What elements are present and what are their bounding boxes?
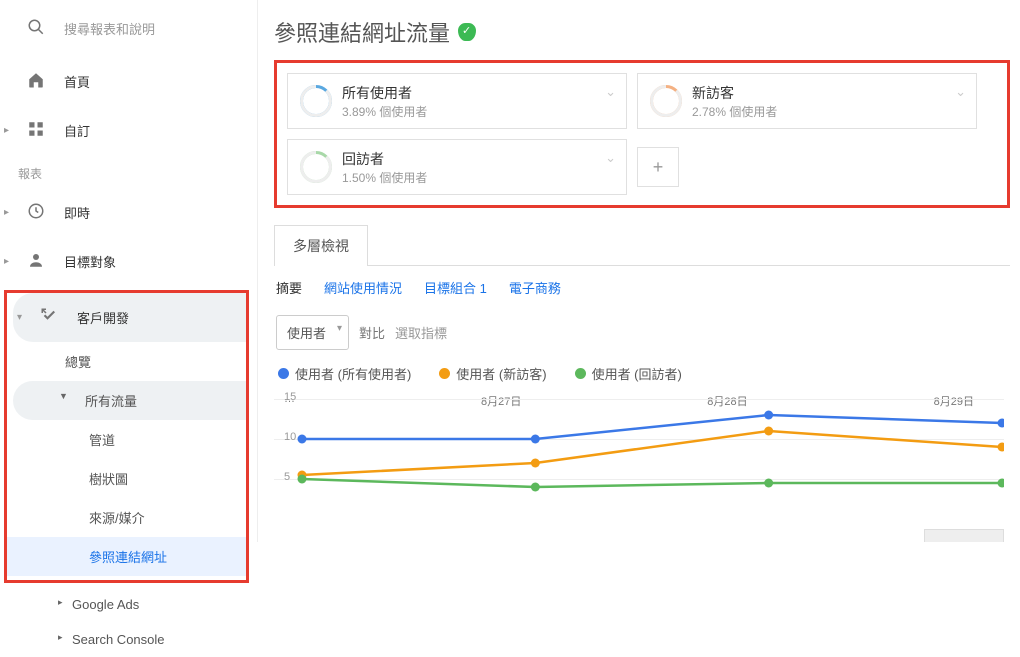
nav-sub-label: Google Ads (72, 597, 139, 612)
donut-icon (300, 151, 332, 183)
caret-icon: ▸ (58, 632, 63, 643)
subtab-summary[interactable]: 摘要 (276, 278, 302, 297)
segment-sub: 3.89% 個使用者 (342, 103, 427, 120)
nav-channels[interactable]: 管道 (7, 420, 246, 459)
segment-name: 所有使用者 (342, 83, 427, 103)
legend-label: 使用者 (新訪客) (456, 364, 546, 383)
nav-realtime[interactable]: ▸ 即時 (0, 188, 257, 237)
segment-sub: 2.78% 個使用者 (692, 103, 777, 120)
dot-icon (278, 368, 289, 379)
caret-icon: ▸ (4, 125, 9, 136)
dot-icon (439, 368, 450, 379)
caret-down-icon: ▼ (59, 391, 68, 401)
chevron-down-icon[interactable]: ⌄ (605, 150, 616, 166)
nav-acquisition[interactable]: ▾ 客戶開發 (13, 293, 246, 342)
segment-name: 新訪客 (692, 83, 777, 103)
nav-google-ads[interactable]: ▸ Google Ads (0, 587, 257, 622)
select-value: 使用者 (287, 326, 326, 341)
sidebar: 搜尋報表和說明 首頁 ▸ 自訂 報表 ▸ 即時 ▸ (0, 0, 258, 542)
segments-box: 所有使用者 3.89% 個使用者 ⌄ 新訪客 2.78% 個使用者 ⌄ 回訪者 … (274, 60, 1010, 208)
acquisition-highlight: ▾ 客戶開發 總覽 ▼ 所有流量 管道 樹狀圖 來源/媒介 參照連結網址 (4, 290, 249, 583)
chevron-down-icon[interactable]: ⌄ (955, 84, 966, 100)
caret-icon: ▸ (58, 597, 63, 608)
nav-search-console[interactable]: ▸ Search Console (0, 622, 257, 657)
nav-treemap[interactable]: 樹狀圖 (7, 459, 246, 498)
legend-item: 使用者 (所有使用者) (278, 364, 411, 383)
subtab-goal-set-1[interactable]: 目標組合 1 (424, 278, 487, 297)
tab-label: 多層檢視 (293, 238, 349, 254)
nav-referrals[interactable]: 參照連結網址 (7, 537, 246, 576)
nav-label: 客戶開發 (77, 308, 129, 327)
reports-section-title: 報表 (0, 155, 257, 188)
chevron-down-icon[interactable]: ⌄ (605, 84, 616, 100)
chart-legend: 使用者 (所有使用者) 使用者 (新訪客) 使用者 (回訪者) (274, 364, 1010, 383)
acquisition-icon (37, 307, 61, 328)
nav-label: 首頁 (64, 72, 90, 91)
nav-all-traffic[interactable]: ▼ 所有流量 (13, 381, 246, 420)
caret-icon: ▸ (4, 256, 9, 267)
search-row[interactable]: 搜尋報表和說明 (0, 14, 257, 57)
legend-label: 使用者 (回訪者) (592, 364, 682, 383)
segment-sub: 1.50% 個使用者 (342, 169, 427, 186)
verified-shield-icon (458, 23, 476, 41)
donut-icon (650, 85, 682, 117)
nav-sub-label: 來源/媒介 (89, 511, 145, 526)
tab-explorer[interactable]: 多層檢視 (274, 225, 368, 266)
subtab-site-usage[interactable]: 網站使用情況 (324, 278, 402, 297)
dashboard-icon (24, 120, 48, 141)
nav-custom[interactable]: ▸ 自訂 (0, 106, 257, 155)
donut-icon (300, 85, 332, 117)
nav-source-medium[interactable]: 來源/媒介 (7, 498, 246, 537)
nav-label: 自訂 (64, 121, 90, 140)
page-title: 參照連結網址流量 (274, 16, 450, 48)
nav-label: 即時 (64, 203, 90, 222)
search-placeholder: 搜尋報表和說明 (64, 19, 155, 38)
segment-returning[interactable]: 回訪者 1.50% 個使用者 ⌄ (287, 139, 627, 195)
metric-select[interactable]: 使用者 (276, 315, 349, 350)
legend-item: 使用者 (回訪者) (575, 364, 682, 383)
chart-svg (274, 389, 1004, 519)
nav-sub-label: Search Console (72, 632, 165, 647)
subtab-ecommerce[interactable]: 電子商務 (509, 278, 561, 297)
search-icon (24, 18, 48, 39)
segment-new-visitors[interactable]: 新訪客 2.78% 個使用者 ⌄ (637, 73, 977, 129)
home-icon (24, 71, 48, 92)
nav-sub-label: 所有流量 (71, 394, 137, 409)
dot-icon (575, 368, 586, 379)
caret-down-icon: ▾ (17, 312, 22, 323)
nav-sub-label: 樹狀圖 (89, 472, 128, 487)
nav-sub-label: 參照連結網址 (89, 550, 167, 565)
pick-metric-link[interactable]: 選取指標 (395, 323, 447, 342)
main: 參照連結網址流量 所有使用者 3.89% 個使用者 ⌄ 新訪客 2.78% 個使… (258, 0, 1020, 542)
nav-sub-label: 管道 (89, 433, 115, 448)
nav-audience[interactable]: ▸ 目標對象 (0, 237, 257, 286)
segment-name: 回訪者 (342, 149, 427, 169)
nav-home[interactable]: 首頁 (0, 57, 257, 106)
nav-sub-label: 總覽 (65, 355, 91, 370)
add-segment-button[interactable]: + (637, 147, 679, 187)
caret-icon: ▸ (4, 207, 9, 218)
clock-icon (24, 202, 48, 223)
nav-overview[interactable]: 總覽 (7, 342, 246, 381)
legend-item: 使用者 (新訪客) (439, 364, 546, 383)
legend-label: 使用者 (所有使用者) (295, 364, 411, 383)
vs-label: 對比 (359, 323, 385, 342)
nav-label: 目標對象 (64, 252, 116, 271)
chart: 15 10 5 …8月27日8月28日8月29日 (274, 389, 1004, 542)
segment-all-users[interactable]: 所有使用者 3.89% 個使用者 ⌄ (287, 73, 627, 129)
scroll-thumb[interactable] (924, 529, 1004, 542)
person-icon (24, 251, 48, 272)
